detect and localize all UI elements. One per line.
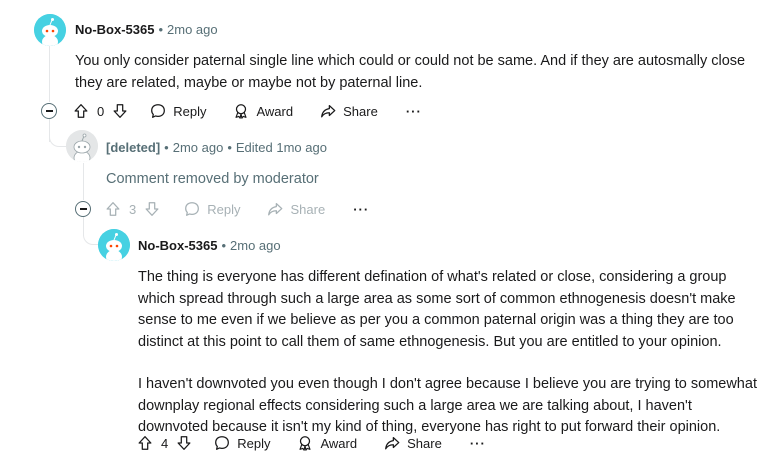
share-icon bbox=[321, 104, 336, 118]
meta-separator: • bbox=[158, 22, 164, 37]
author-name[interactable]: No-Box-5365 bbox=[75, 22, 154, 37]
share-button[interactable]: Share bbox=[383, 434, 442, 452]
vote-count: 4 bbox=[161, 435, 169, 451]
action-bar: 3 Reply Share ··· bbox=[104, 197, 369, 221]
more-options-button[interactable]: ··· bbox=[470, 436, 486, 451]
award-icon bbox=[235, 104, 248, 119]
comment-header: No-Box-5365 • 2mo ago bbox=[75, 22, 222, 37]
award-icon bbox=[299, 436, 312, 451]
comment-bubble-icon bbox=[215, 436, 230, 450]
comment-bubble-icon bbox=[151, 104, 166, 118]
vote-count: 0 bbox=[97, 103, 105, 119]
avatar[interactable] bbox=[34, 14, 66, 46]
author-name[interactable]: No-Box-5365 bbox=[138, 238, 217, 253]
deleted-user-icon bbox=[66, 130, 98, 162]
thread-elbow bbox=[49, 132, 66, 147]
timestamp[interactable]: 2mo ago bbox=[230, 238, 281, 253]
comment-body: You only consider paternal single line w… bbox=[75, 51, 765, 94]
upvote-icon bbox=[106, 202, 120, 216]
meta-separator: • bbox=[164, 140, 169, 155]
share-label: Share bbox=[343, 103, 378, 119]
share-button[interactable]: Share bbox=[266, 200, 325, 218]
comment-paragraph: I haven't downvoted you even though I do… bbox=[138, 376, 757, 435]
downvote-icon bbox=[145, 202, 159, 216]
comment-body: Comment removed by moderator bbox=[106, 169, 756, 191]
downvote-icon bbox=[177, 436, 191, 450]
downvote-icon bbox=[113, 104, 127, 118]
award-button[interactable]: Award bbox=[296, 434, 357, 452]
upvote-icon bbox=[138, 436, 152, 450]
upvote-icon bbox=[74, 104, 88, 118]
upvote-button[interactable] bbox=[72, 102, 90, 120]
timestamp[interactable]: 2mo ago bbox=[167, 22, 218, 37]
edited-timestamp: Edited 1mo ago bbox=[235, 140, 327, 155]
snoo-avatar-icon bbox=[98, 229, 130, 261]
downvote-button[interactable] bbox=[111, 102, 129, 120]
removed-notice: Comment removed by moderator bbox=[106, 171, 319, 187]
vote-count: 3 bbox=[129, 201, 137, 217]
collapse-thread-button[interactable] bbox=[75, 201, 91, 217]
timestamp[interactable]: 2mo ago bbox=[173, 140, 224, 155]
more-options-button[interactable]: ··· bbox=[353, 202, 369, 217]
snoo-avatar-icon bbox=[34, 14, 66, 46]
comment-header: No-Box-5365 • 2mo ago bbox=[138, 238, 285, 253]
meta-separator: • bbox=[227, 140, 232, 155]
reply-button[interactable]: Reply bbox=[149, 102, 206, 120]
upvote-button[interactable] bbox=[136, 434, 154, 452]
thread-line bbox=[49, 46, 50, 102]
share-label: Share bbox=[290, 201, 326, 217]
comment-paragraph: You only consider paternal single line w… bbox=[75, 53, 746, 91]
award-label: Award bbox=[256, 103, 294, 119]
avatar[interactable] bbox=[98, 229, 130, 261]
reply-button[interactable]: Reply bbox=[183, 200, 240, 218]
meta-separator: • bbox=[221, 238, 227, 253]
downvote-button[interactable] bbox=[175, 434, 193, 452]
reply-label: Reply bbox=[237, 435, 271, 451]
thread-line bbox=[83, 163, 84, 200]
reply-label: Reply bbox=[207, 201, 241, 217]
share-icon bbox=[385, 436, 400, 450]
comment-paragraph: The thing is everyone has different defi… bbox=[138, 269, 736, 350]
award-label: Award bbox=[320, 435, 358, 451]
comment-body: The thing is everyone has different defi… bbox=[138, 267, 758, 439]
reply-label: Reply bbox=[173, 103, 207, 119]
comment-bubble-icon bbox=[185, 202, 200, 216]
share-label: Share bbox=[407, 435, 442, 451]
share-button[interactable]: Share bbox=[319, 102, 378, 120]
upvote-button[interactable] bbox=[104, 200, 122, 218]
collapse-thread-button[interactable] bbox=[41, 103, 57, 119]
action-bar: 0 Reply Award Share ··· bbox=[72, 99, 422, 123]
share-icon bbox=[268, 202, 283, 216]
award-button[interactable]: Award bbox=[232, 102, 293, 120]
action-bar: 4 Reply Award Share ··· bbox=[136, 431, 486, 455]
downvote-button[interactable] bbox=[143, 200, 161, 218]
deleted-avatar bbox=[66, 130, 98, 162]
more-options-button[interactable]: ··· bbox=[406, 104, 422, 119]
author-name: [deleted] bbox=[106, 140, 161, 155]
reply-button[interactable]: Reply bbox=[213, 434, 270, 452]
comment-header: [deleted] • 2mo ago • Edited 1mo ago bbox=[106, 140, 331, 155]
